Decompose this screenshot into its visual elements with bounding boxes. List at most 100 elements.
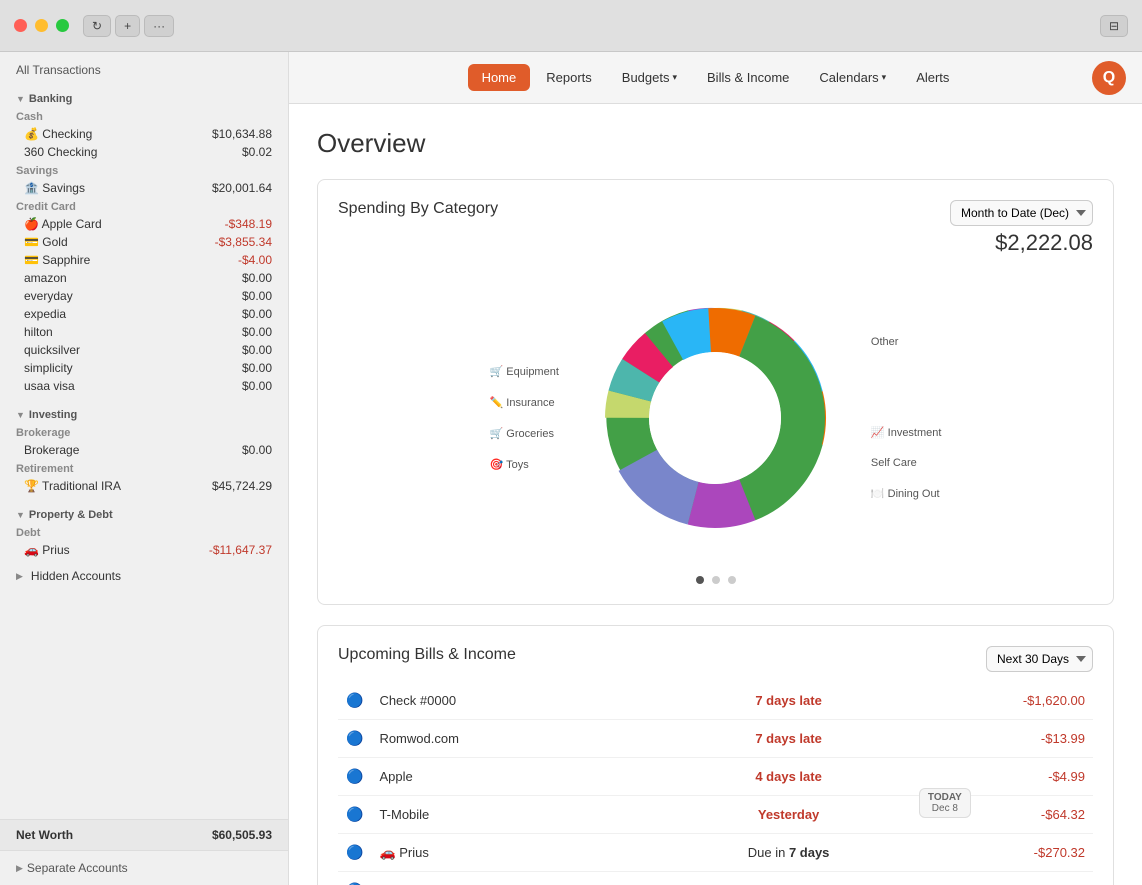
chart-dots — [338, 576, 1093, 584]
chart-labels-left: 🛒 Equipment ✏️ Insurance 🛒 Groceries 🎯 T… — [490, 365, 559, 471]
maximize-button[interactable] — [56, 19, 69, 32]
bill-status: Due in 7 days — [748, 845, 830, 860]
minimize-button[interactable] — [35, 19, 48, 32]
spending-filter-select[interactable]: Month to Date (Dec) — [950, 200, 1093, 226]
bill-status: 4 days late — [755, 769, 822, 784]
brokerage-account[interactable]: Brokerage $0.00 — [0, 441, 288, 459]
bill-amount: $3,454.82 — [911, 872, 1093, 885]
bill-amount: -$270.32 — [911, 834, 1093, 872]
chevron-down-icon: ▾ — [672, 72, 677, 83]
reload-button[interactable]: ↻ — [83, 15, 111, 37]
expedia-account[interactable]: expedia $0.00 — [0, 305, 288, 323]
table-row[interactable]: 🔵 🚗 Prius Due in 7 days -$270.32 — [338, 834, 1093, 872]
main-content: Overview Spending By Category Month to D… — [289, 104, 1142, 885]
chevron-down-icon: ▼ — [16, 94, 25, 104]
brokerage-subtitle: Brokerage — [0, 423, 288, 441]
bill-name: Romwod.com — [371, 720, 666, 758]
bill-name: 🚗 Prius — [371, 834, 666, 872]
checking-account[interactable]: 💰 Checking $10,634.88 — [0, 125, 288, 143]
traditional-ira-account[interactable]: 🏆 Traditional IRA $45,724.29 — [0, 477, 288, 495]
bill-amount: -$1,620.00 — [911, 682, 1093, 720]
donut-svg — [575, 278, 855, 558]
nav-calendars-button[interactable]: Calendars ▾ — [805, 64, 900, 91]
all-transactions-link[interactable]: All Transactions — [0, 52, 288, 83]
table-row[interactable]: 🔵 Apple 4 days late -$4.99 — [338, 758, 1093, 796]
brand-logo: Q — [1092, 61, 1126, 95]
quicksilver-account[interactable]: quicksilver $0.00 — [0, 341, 288, 359]
chart-label-equipment: 🛒 Equipment — [490, 365, 559, 378]
retirement-subtitle: Retirement — [0, 459, 288, 477]
nav-bills-income-button[interactable]: Bills & Income — [693, 64, 803, 91]
cash-subtitle: Cash — [0, 107, 288, 125]
debt-subtitle: Debt — [0, 523, 288, 541]
add-button[interactable]: + — [115, 15, 140, 37]
table-row[interactable]: 🔵 Romwod.com 7 days late -$13.99 — [338, 720, 1093, 758]
360-checking-account[interactable]: 360 Checking $0.02 — [0, 143, 288, 161]
chart-label-insurance: ✏️ Insurance — [490, 396, 559, 409]
dot-1[interactable] — [696, 576, 704, 584]
investing-section-title[interactable]: ▼ Investing — [0, 403, 288, 423]
savings-subtitle: Savings — [0, 161, 288, 179]
bills-table: 🔵 Check #0000 7 days late -$1,620.00 🔵 R… — [338, 682, 1093, 885]
chevron-down-icon: ▼ — [16, 410, 25, 420]
property-section-title[interactable]: ▼ Property & Debt — [0, 503, 288, 523]
close-button[interactable] — [14, 19, 27, 32]
nav-home-button[interactable]: Home — [468, 64, 531, 91]
nav-budgets-button[interactable]: Budgets ▾ — [608, 64, 691, 91]
dot-2[interactable] — [712, 576, 720, 584]
nav-alerts-button[interactable]: Alerts — [902, 64, 963, 91]
sapphire-account[interactable]: 💳 Sapphire -$4.00 — [0, 251, 288, 269]
credit-subtitle: Credit Card — [0, 197, 288, 215]
bills-filter-select[interactable]: Next 30 Days — [986, 646, 1093, 672]
banking-section-title[interactable]: ▼ Banking — [0, 87, 288, 107]
nav-reports-button[interactable]: Reports — [532, 64, 606, 91]
dot-3[interactable] — [728, 576, 736, 584]
more-button[interactable]: ··· — [144, 15, 174, 37]
bill-status: Yesterday — [758, 807, 819, 822]
chart-label-selfcare: Self Care — [871, 457, 942, 469]
spending-card: Spending By Category Month to Date (Dec)… — [317, 179, 1114, 605]
chevron-right-icon: ▶ — [16, 571, 23, 582]
spending-title: Spending By Category — [338, 200, 498, 218]
hidden-accounts-item[interactable]: ▶ Hidden Accounts — [0, 567, 288, 585]
chart-label-other: Other — [871, 336, 942, 348]
chart-label-toys: 🎯 Toys — [490, 458, 559, 471]
chevron-down-icon: ▼ — [16, 510, 25, 520]
apple-card-account[interactable]: 🍎 Apple Card -$348.19 — [0, 215, 288, 233]
navbar: Home Reports Budgets ▾ Bills & Income Ca… — [289, 52, 1142, 104]
bills-title: Upcoming Bills & Income — [338, 646, 516, 664]
net-worth-container: Net Worth $60,505.93 ▶ Separate Accounts — [0, 819, 288, 885]
bills-card: Upcoming Bills & Income Next 30 Days 🔵 C… — [317, 625, 1114, 885]
chart-labels-right: Other 📈 Investment Self Care 🍽️ Dining O… — [871, 336, 942, 500]
spending-chart: 🛒 Equipment ✏️ Insurance 🛒 Groceries 🎯 T… — [338, 268, 1093, 568]
separate-accounts-item[interactable]: ▶ Separate Accounts — [0, 850, 288, 885]
table-row[interactable]: 🔵 T-Mobile Yesterday TODAY Dec 8 -$64.32 — [338, 796, 1093, 834]
banking-section: ▼ Banking Cash 💰 Checking $10,634.88 360… — [0, 83, 288, 399]
hilton-account[interactable]: hilton $0.00 — [0, 323, 288, 341]
investing-section: ▼ Investing Brokerage Brokerage $0.00 Re… — [0, 399, 288, 499]
gold-account[interactable]: 💳 Gold -$3,855.34 — [0, 233, 288, 251]
sidebar-toggle-button[interactable]: ⊟ — [1100, 15, 1128, 37]
window-controls — [14, 19, 69, 32]
bill-name: Apple — [371, 758, 666, 796]
bill-name: Quicken — [371, 872, 666, 885]
property-section: ▼ Property & Debt Debt 🚗 Prius -$11,647.… — [0, 499, 288, 563]
bill-status: 7 days late — [755, 731, 822, 746]
chart-label-investment: 📈 Investment — [871, 426, 942, 439]
amazon-account[interactable]: amazon $0.00 — [0, 269, 288, 287]
table-row[interactable]: 🔵 Quicken Due in 9 days $3,454.82 — [338, 872, 1093, 885]
everyday-account[interactable]: everyday $0.00 — [0, 287, 288, 305]
table-row[interactable]: 🔵 Check #0000 7 days late -$1,620.00 — [338, 682, 1093, 720]
prius-account[interactable]: 🚗 Prius -$11,647.37 — [0, 541, 288, 559]
chart-label-groceries: 🛒 Groceries — [490, 427, 559, 440]
net-worth-bar: Net Worth $60,505.93 — [0, 819, 288, 850]
usaa-visa-account[interactable]: usaa visa $0.00 — [0, 377, 288, 395]
chevron-down-icon: ▾ — [882, 72, 887, 83]
sidebar: All Transactions ▼ Banking Cash 💰 Checki… — [0, 52, 289, 885]
chart-label-diningout: 🍽️ Dining Out — [871, 487, 942, 500]
today-badge: TODAY Dec 8 — [919, 788, 971, 818]
bill-name: Check #0000 — [371, 682, 666, 720]
savings-account[interactable]: 🏦 Savings $20,001.64 — [0, 179, 288, 197]
simplicity-account[interactable]: simplicity $0.00 — [0, 359, 288, 377]
bill-status: 7 days late — [755, 693, 822, 708]
